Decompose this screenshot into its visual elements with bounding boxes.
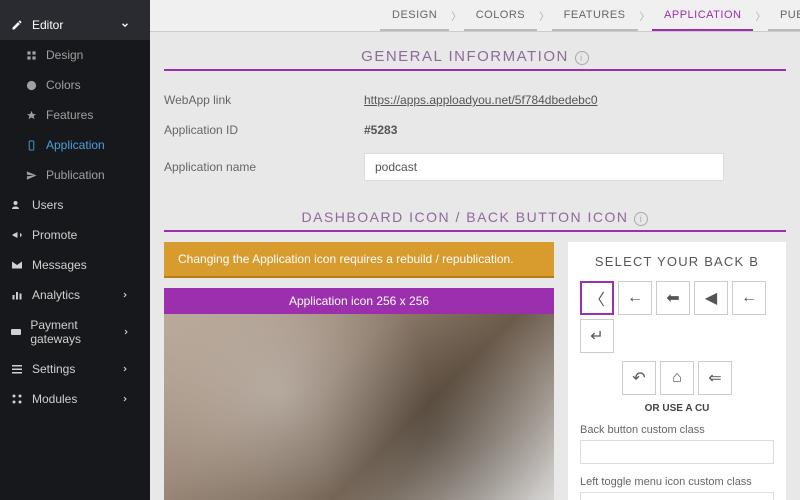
back-button-column: SELECT YOUR BACK B 〈 ← ⬅ ◀ ← ↵ ↶ ⌂ ⇐ OR …: [568, 242, 786, 500]
back-option-thin-arrow[interactable]: ←: [732, 281, 766, 315]
chevron-right-icon: [118, 288, 132, 302]
row-webapp-link: WebApp link https://apps.apploadyou.net/…: [164, 85, 786, 115]
sidebar: Editor Design Colors Features Applicatio…: [0, 0, 150, 500]
send-icon: [24, 168, 38, 182]
sidebar-item-label: Settings: [32, 362, 75, 376]
puzzle-icon: [10, 392, 24, 406]
app-name-input[interactable]: [364, 153, 724, 181]
palette-icon: [24, 78, 38, 92]
back-icon-grid: 〈 ← ⬅ ◀ ← ↵: [580, 281, 774, 353]
back-option-chevron[interactable]: 〈: [580, 281, 614, 315]
main-content: DESIGN 〉 COLORS 〉 FEATURES 〉 APPLICATION…: [150, 0, 800, 500]
sidebar-item-payment[interactable]: Payment gateways: [0, 310, 150, 354]
app-id-value: #5283: [364, 123, 397, 137]
app-icon-preview[interactable]: [164, 314, 554, 500]
sidebar-item-modules[interactable]: Modules: [0, 384, 150, 414]
sidebar-avatar-area: [0, 0, 150, 10]
chevron-right-icon: [118, 392, 132, 406]
sidebar-item-colors[interactable]: Colors: [0, 70, 150, 100]
warning-banner: Changing the Application icon requires a…: [164, 242, 554, 278]
chevron-right-icon: [120, 325, 132, 339]
back-option-extra[interactable]: ⇐: [698, 361, 732, 395]
sidebar-item-messages[interactable]: Messages: [0, 250, 150, 280]
info-icon[interactable]: i: [634, 212, 648, 226]
users-icon: [10, 198, 24, 212]
card-icon: [10, 325, 22, 339]
select-back-title: SELECT YOUR BACK B: [580, 254, 774, 269]
sidebar-sub-label: Application: [46, 138, 105, 152]
envelope-icon: [10, 258, 24, 272]
breadcrumb-tabs: DESIGN 〉 COLORS 〉 FEATURES 〉 APPLICATION…: [150, 0, 800, 32]
sidebar-editor-label: Editor: [32, 18, 63, 32]
sidebar-item-label: Modules: [32, 392, 77, 406]
section-title-dashboard: DASHBOARD ICON / BACK BUTTON ICONi: [164, 209, 786, 232]
sidebar-sub-label: Design: [46, 48, 83, 62]
sidebar-item-label: Promote: [32, 228, 77, 242]
tab-separator: 〉: [638, 0, 653, 31]
row-app-name: Application name: [164, 145, 786, 189]
app-id-label: Application ID: [164, 123, 364, 137]
back-option-triangle[interactable]: ◀: [694, 281, 728, 315]
back-class-label: Back button custom class: [580, 424, 774, 436]
grid-icon: [24, 48, 38, 62]
general-info-section: GENERAL INFORMATIONi WebApp link https:/…: [164, 48, 786, 189]
tab-separator: 〉: [449, 0, 464, 31]
sidebar-item-promote[interactable]: Promote: [0, 220, 150, 250]
tab-publication[interactable]: PUBLICATION: [768, 0, 800, 31]
tab-design[interactable]: DESIGN: [380, 0, 449, 31]
sidebar-item-label: Payment gateways: [30, 318, 119, 346]
tab-features[interactable]: FEATURES: [552, 0, 638, 31]
sidebar-item-application[interactable]: Application: [0, 130, 150, 160]
chart-icon: [10, 288, 24, 302]
app-icon-header: Application icon 256 x 256: [164, 288, 554, 314]
tab-separator: 〉: [753, 0, 768, 31]
sidebar-editor-header[interactable]: Editor: [0, 10, 150, 40]
back-option-reply[interactable]: ↵: [580, 319, 614, 353]
back-icon-row2: ↶ ⌂ ⇐: [580, 361, 774, 395]
sidebar-item-label: Analytics: [32, 288, 80, 302]
back-option-thick-arrow[interactable]: ⬅: [656, 281, 690, 315]
sidebar-item-features[interactable]: Features: [0, 100, 150, 130]
sidebar-item-label: Users: [32, 198, 63, 212]
sidebar-item-settings[interactable]: Settings: [0, 354, 150, 384]
sidebar-item-users[interactable]: Users: [0, 190, 150, 220]
sliders-icon: [10, 362, 24, 376]
sidebar-item-design[interactable]: Design: [0, 40, 150, 70]
app-name-label: Application name: [164, 160, 364, 174]
sidebar-sub-label: Features: [46, 108, 93, 122]
back-option-home[interactable]: ⌂: [660, 361, 694, 395]
back-option-arrow[interactable]: ←: [618, 281, 652, 315]
row-app-id: Application ID #5283: [164, 115, 786, 145]
sidebar-sub-label: Publication: [46, 168, 105, 182]
section-title-general: GENERAL INFORMATIONi: [164, 48, 786, 71]
webapp-link[interactable]: https://apps.apploadyou.net/5f784dbedebc…: [364, 93, 598, 107]
toggle-class-label: Left toggle menu icon custom class: [580, 476, 774, 488]
webapp-link-label: WebApp link: [164, 93, 364, 107]
sidebar-item-analytics[interactable]: Analytics: [0, 280, 150, 310]
app-icon-column: Changing the Application icon requires a…: [164, 242, 554, 500]
star-icon: [24, 108, 38, 122]
pencil-icon: [10, 18, 24, 32]
sidebar-item-label: Messages: [32, 258, 87, 272]
phone-icon: [24, 138, 38, 152]
back-option-undo[interactable]: ↶: [622, 361, 656, 395]
icon-area: Changing the Application icon requires a…: [164, 242, 786, 500]
or-custom-text: OR USE A CU: [580, 403, 774, 414]
toggle-class-input[interactable]: [580, 492, 774, 500]
chevron-down-icon: [118, 18, 132, 32]
info-icon[interactable]: i: [575, 51, 589, 65]
chevron-right-icon: [118, 362, 132, 376]
sidebar-sub-label: Colors: [46, 78, 81, 92]
sidebar-item-publication[interactable]: Publication: [0, 160, 150, 190]
tab-application[interactable]: APPLICATION: [652, 0, 753, 31]
back-class-input[interactable]: [580, 440, 774, 464]
webapp-link-value: https://apps.apploadyou.net/5f784dbedebc…: [364, 93, 598, 107]
megaphone-icon: [10, 228, 24, 242]
tab-separator: 〉: [537, 0, 552, 31]
tab-colors[interactable]: COLORS: [464, 0, 537, 31]
